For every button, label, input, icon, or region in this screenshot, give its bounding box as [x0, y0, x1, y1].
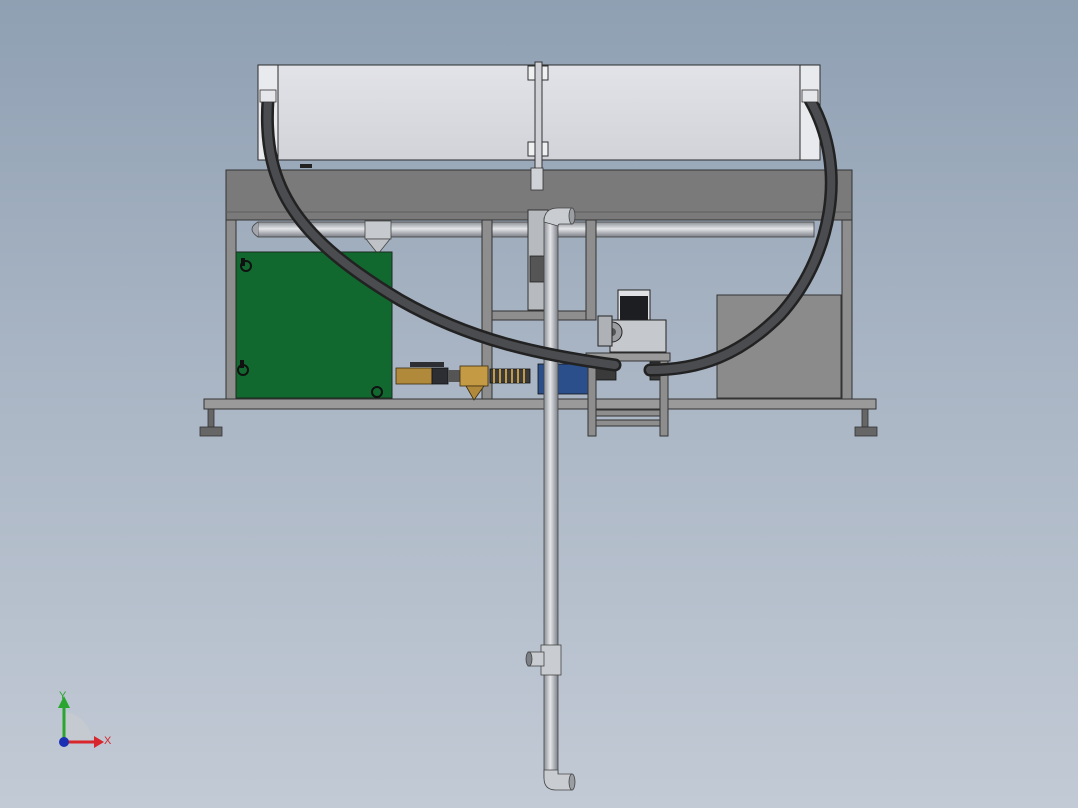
blower-motor[interactable]: [597, 289, 667, 353]
coordinate-triad: Y X: [58, 690, 112, 748]
valve-strainer-line[interactable]: [395, 362, 531, 401]
z-axis-dot: [59, 737, 69, 747]
graphics-viewport[interactable]: Y X: [0, 0, 1078, 808]
y-axis-label: Y: [59, 690, 67, 702]
x-axis-label: X: [104, 735, 112, 747]
x-axis-arrow: [94, 736, 104, 748]
hood-cover[interactable]: [257, 61, 821, 181]
assembly-model[interactable]: Y X: [0, 0, 1078, 808]
